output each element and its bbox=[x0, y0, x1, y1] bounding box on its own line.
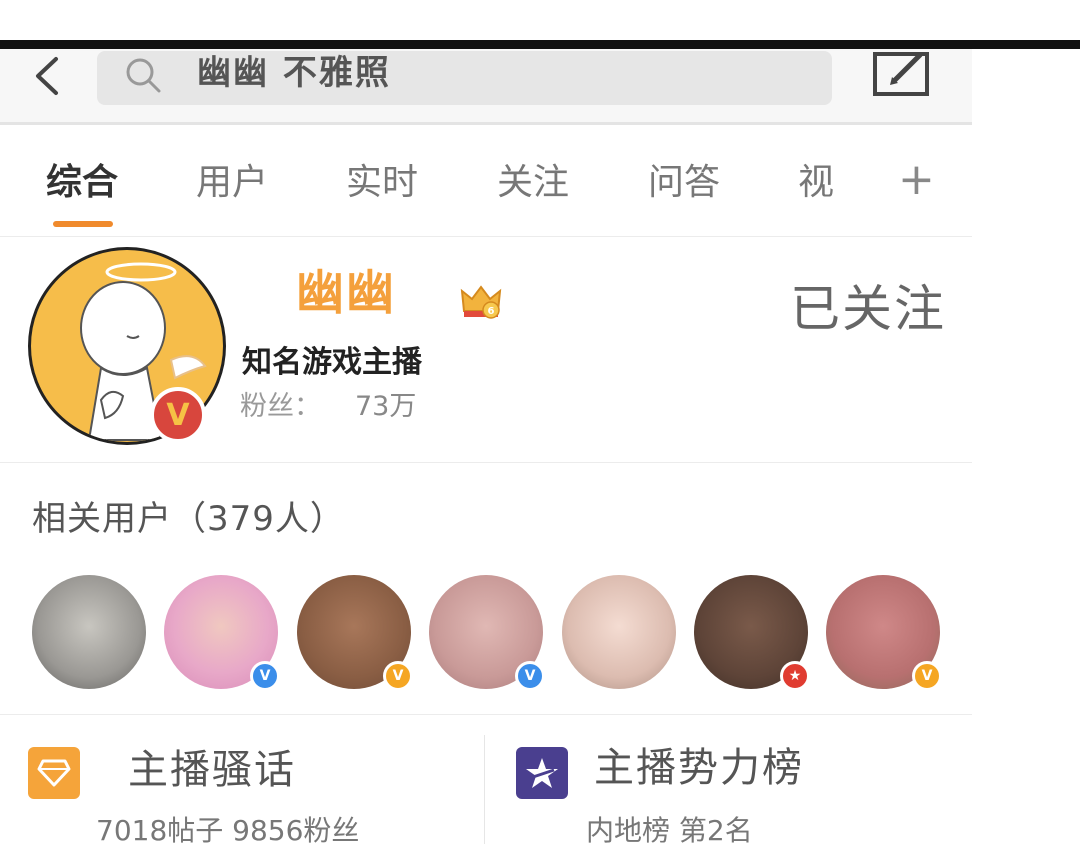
add-tab-button[interactable]: + bbox=[898, 155, 935, 205]
card-divider bbox=[484, 735, 485, 844]
verified-badge: V bbox=[383, 661, 413, 691]
tab-following[interactable]: 关注 bbox=[497, 161, 569, 205]
related-user-avatar[interactable]: V bbox=[164, 575, 280, 691]
fans-label: 粉丝： bbox=[240, 391, 321, 422]
follow-button[interactable]: 已关注 bbox=[790, 279, 946, 339]
related-users-title[interactable]: 相关用户（379人） bbox=[32, 495, 345, 543]
user-result-card[interactable]: V 幽幽 6 已关注 知名游戏主播 粉丝： 73万 bbox=[0, 239, 972, 463]
crown-icon: 6 bbox=[460, 285, 502, 319]
related-user-avatar[interactable] bbox=[32, 575, 146, 689]
related-user-avatar[interactable]: ★ bbox=[694, 575, 810, 691]
verified-badge: V bbox=[250, 661, 280, 691]
tab-fade bbox=[832, 155, 872, 215]
chevron-left-icon bbox=[36, 57, 58, 95]
user-photo bbox=[32, 575, 146, 689]
profile-fans: 粉丝： 73万 bbox=[240, 389, 416, 425]
tab-video[interactable]: 视 bbox=[798, 161, 834, 205]
search-header: 幽幽 不雅照 bbox=[0, 49, 972, 125]
topic-cards: 主播骚话 7018帖子 9856粉丝 主播势力榜 内地榜 第2名 bbox=[0, 715, 972, 844]
related-user-avatar[interactable]: V bbox=[826, 575, 942, 691]
related-user-avatar[interactable]: V bbox=[297, 575, 413, 691]
status-area bbox=[0, 0, 1080, 40]
tab-bar: 综合 用户 实时 关注 问答 视 + bbox=[0, 125, 972, 237]
verified-badge: V bbox=[515, 661, 545, 691]
card-title[interactable]: 主播骚话 bbox=[128, 745, 296, 795]
tab-qa[interactable]: 问答 bbox=[648, 161, 720, 205]
tab-users[interactable]: 用户 bbox=[196, 161, 268, 205]
diamond-icon bbox=[28, 747, 80, 799]
card-subtitle: 内地榜 第2名 bbox=[586, 814, 753, 844]
related-user-avatar[interactable] bbox=[562, 575, 676, 689]
card-title[interactable]: 主播势力榜 bbox=[594, 743, 804, 793]
star-badge-icon: ★ bbox=[780, 661, 810, 691]
verified-badge: V bbox=[912, 661, 942, 691]
app-screen: 幽幽 不雅照 综合 用户 实时 关注 问答 视 + V 幽幽 6 已关注 知名游… bbox=[0, 49, 972, 844]
fans-value: 73万 bbox=[355, 391, 417, 422]
star-icon bbox=[516, 747, 568, 799]
compose-button[interactable] bbox=[872, 51, 930, 97]
card-subtitle: 7018帖子 9856粉丝 bbox=[96, 814, 360, 844]
search-icon bbox=[126, 58, 161, 93]
related-user-avatar[interactable]: V bbox=[429, 575, 545, 691]
right-gutter bbox=[972, 49, 1080, 844]
tab-realtime[interactable]: 实时 bbox=[346, 161, 418, 205]
edit-icon bbox=[873, 52, 929, 96]
top-divider bbox=[0, 40, 1080, 49]
crown-level: 6 bbox=[488, 306, 495, 317]
search-input[interactable]: 幽幽 不雅照 bbox=[97, 51, 832, 105]
related-users-section: 相关用户（379人） V V V ★ V bbox=[0, 463, 972, 715]
search-query: 幽幽 不雅照 bbox=[197, 53, 391, 93]
profile-description: 知名游戏主播 bbox=[242, 345, 422, 380]
profile-name[interactable]: 幽幽 bbox=[296, 263, 396, 323]
tab-comprehensive[interactable]: 综合 bbox=[46, 161, 118, 205]
active-tab-indicator bbox=[53, 221, 113, 227]
user-photo bbox=[562, 575, 676, 689]
back-button[interactable] bbox=[22, 53, 72, 99]
verified-badge: V bbox=[150, 387, 206, 443]
